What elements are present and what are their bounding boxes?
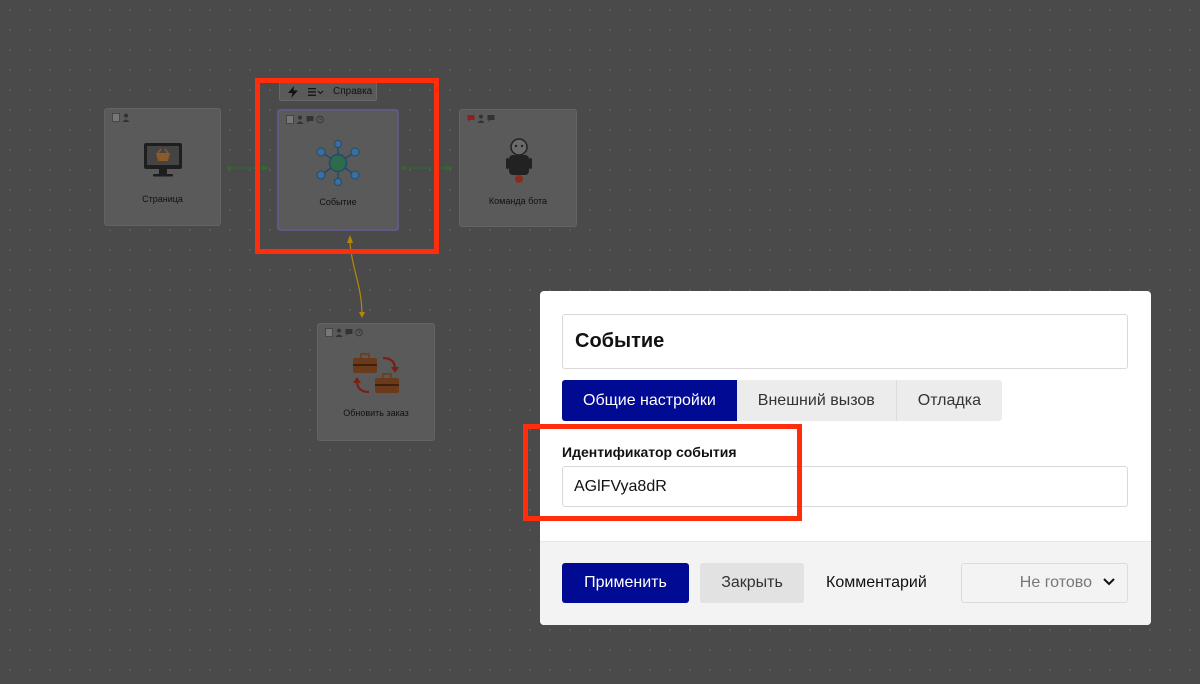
node-page[interactable]: Страница: [104, 108, 221, 226]
tab-general-settings[interactable]: Общие настройки: [562, 380, 737, 421]
user-icon: [335, 328, 343, 337]
status-select[interactable]: Не готово: [961, 563, 1128, 603]
node-label: Обновить заказ: [343, 408, 409, 418]
apply-button[interactable]: Применить: [562, 563, 689, 603]
node-label: Страница: [142, 194, 183, 204]
clock-icon: [355, 328, 363, 337]
close-button[interactable]: Закрыть: [700, 563, 804, 603]
status-select-value: Не готово: [1019, 574, 1092, 591]
dialog-footer: Применить Закрыть Комментарий Не готово: [540, 541, 1151, 625]
node-header-icons: [325, 328, 363, 337]
document-icon: [112, 113, 120, 122]
document-icon: [325, 328, 333, 337]
node-header-icons: [467, 114, 495, 123]
comment-icon: [487, 115, 495, 122]
node-label: Команда бота: [488, 196, 548, 206]
comment-red-icon: [467, 115, 475, 122]
user-icon: [477, 114, 485, 123]
highlight-event-id-field: [523, 424, 802, 521]
comment-icon: [345, 329, 353, 336]
user-icon: [122, 113, 130, 122]
comment-button[interactable]: Комментарий: [826, 563, 930, 603]
highlight-selected-node: [255, 78, 439, 254]
chevron-down-icon: [1103, 578, 1115, 586]
settings-tabs: Общие настройки Внешний вызов Отладка: [562, 380, 1002, 421]
robot-icon: [506, 138, 532, 183]
tab-debug[interactable]: Отладка: [896, 380, 1002, 421]
briefcase-swap-icon: [353, 353, 399, 394]
node-title-input[interactable]: Событие: [562, 314, 1128, 369]
node-header-icons: [112, 113, 130, 122]
tab-external-call[interactable]: Внешний вызов: [736, 380, 897, 421]
node-bot-command[interactable]: Команда бота: [459, 109, 577, 227]
node-update-order[interactable]: Обновить заказ: [317, 323, 435, 441]
monitor-basket-icon: [144, 143, 182, 177]
